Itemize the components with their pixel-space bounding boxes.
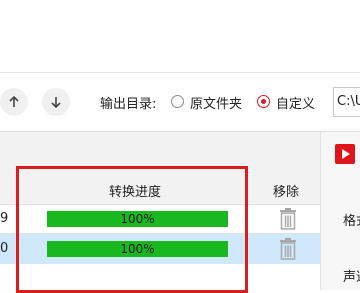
highlight-frame xyxy=(16,166,248,293)
row-index: 9 xyxy=(0,211,9,226)
trash-icon[interactable] xyxy=(279,208,297,230)
trash-icon[interactable] xyxy=(279,238,297,260)
row-index: 0 xyxy=(0,241,9,256)
column-header-remove: 移除 xyxy=(273,185,300,200)
radio-custom-label[interactable]: 自定义 xyxy=(276,93,315,112)
arrow-down-icon xyxy=(51,97,61,109)
play-icon[interactable] xyxy=(335,144,355,164)
radio-original-folder-label[interactable]: 原文件夹 xyxy=(190,93,242,112)
arrow-up-icon xyxy=(9,95,19,107)
move-up-button[interactable] xyxy=(0,88,28,116)
output-path-input[interactable]: C:\U xyxy=(333,87,360,117)
move-down-button[interactable] xyxy=(42,88,70,116)
channel-label: 声道 xyxy=(343,270,360,285)
output-dir-label: 输出目录: xyxy=(100,97,157,112)
format-label: 格式 xyxy=(343,214,360,229)
window-top-area xyxy=(0,0,360,72)
radio-original-folder[interactable] xyxy=(171,95,184,108)
radio-custom[interactable] xyxy=(257,95,270,108)
